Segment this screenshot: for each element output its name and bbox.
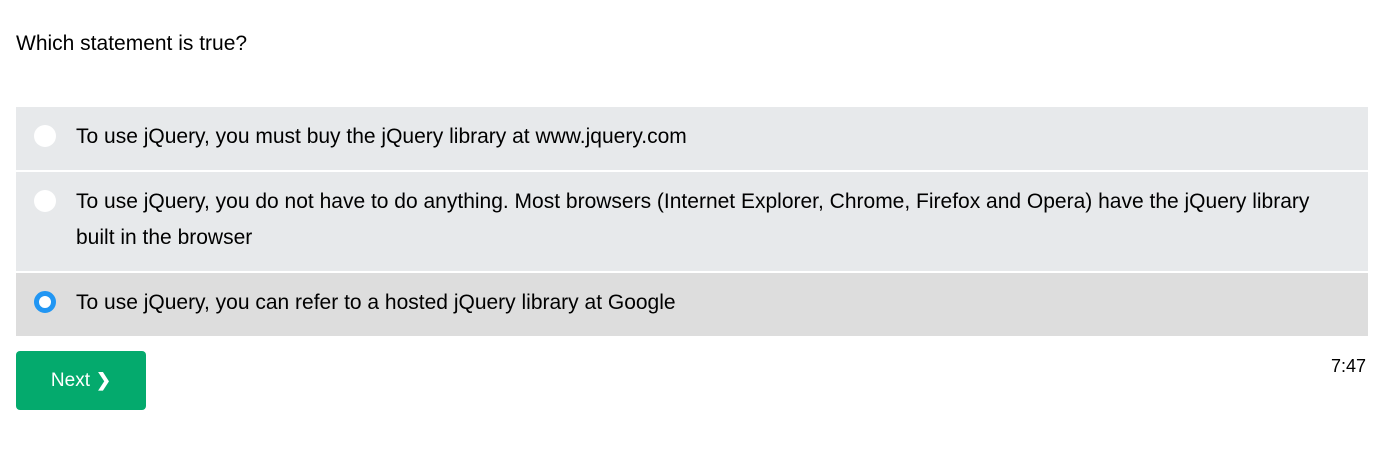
question-text: Which statement is true? [16, 32, 248, 55]
answer-option[interactable]: To use jQuery, you must buy the jQuery l… [16, 107, 1368, 170]
answer-option[interactable]: To use jQuery, you do not have to do any… [16, 172, 1368, 271]
answer-option[interactable]: To use jQuery, you can refer to a hosted… [16, 273, 1368, 336]
chevron-right-icon: ❯ [95, 370, 112, 390]
answer-options: To use jQuery, you must buy the jQuery l… [16, 107, 1368, 338]
answer-option-label: To use jQuery, you must buy the jQuery l… [76, 125, 687, 148]
radio-button[interactable] [34, 125, 56, 147]
answer-option-label: To use jQuery, you do not have to do any… [76, 190, 1310, 249]
next-button-label: Next [50, 369, 90, 391]
timer: 7:47 [1330, 356, 1366, 376]
radio-button[interactable] [34, 291, 56, 313]
next-button[interactable]: Next ❯ [16, 351, 146, 410]
answer-option-label: To use jQuery, you can refer to a hosted… [76, 291, 676, 314]
radio-button[interactable] [34, 190, 56, 212]
